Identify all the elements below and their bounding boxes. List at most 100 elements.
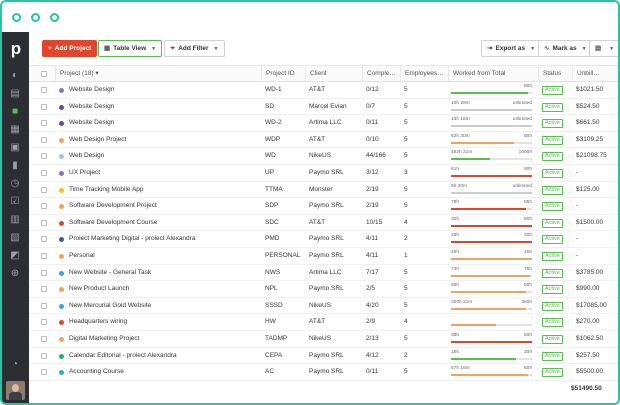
- column-header-status[interactable]: Status: [538, 66, 572, 82]
- analytics-icon[interactable]: ◩: [9, 250, 21, 262]
- column-settings-button[interactable]: ▤ ▼: [589, 40, 618, 57]
- employee-count: 5: [404, 268, 408, 276]
- table-row[interactable]: Software Development Project SDP Paymo SRL…: [29, 198, 618, 215]
- project-name-link[interactable]: Accounting Course: [65, 364, 261, 380]
- table-row[interactable]: Headquarters wiring HW AT&T 2/9 4 Active $270.…: [29, 314, 618, 331]
- project-color-dot: [59, 121, 64, 127]
- table-row[interactable]: Software Development Course SDC AT&T 10/15 4…: [29, 215, 618, 232]
- table-row[interactable]: UX Project UP Paymo SRL 3/12 3 61h 50h Active -: [29, 165, 618, 182]
- project-name-link[interactable]: Software Development Project: [65, 198, 261, 214]
- column-header-project-id[interactable]: Project ID: [261, 66, 305, 82]
- row-checkbox[interactable]: [41, 120, 47, 127]
- project-name-link[interactable]: New Mercurial Gold Website: [65, 298, 261, 314]
- project-name-link[interactable]: Web Design Project: [65, 132, 261, 148]
- tasks-icon[interactable]: ▦: [9, 124, 21, 136]
- row-checkbox[interactable]: [41, 186, 47, 193]
- table-row[interactable]: Personal PERSONAL Paymo SRL 4/11 1 45h 45h Acti…: [29, 248, 618, 265]
- table-row[interactable]: Accounting Course AC Paymo SRL 0/11 5 57h 15m…: [29, 364, 618, 381]
- reports-icon[interactable]: ▮: [9, 160, 21, 172]
- column-header-unbilled[interactable]: Unbill…: [572, 66, 618, 82]
- row-checkbox[interactable]: [41, 253, 47, 259]
- avatar[interactable]: [6, 381, 25, 400]
- column-header-employees[interactable]: Employees…: [400, 66, 448, 82]
- window-minimize-button[interactable]: [31, 13, 40, 22]
- project-name-link[interactable]: New Product Launch: [65, 281, 261, 297]
- table-row[interactable]: Digital Marketing Project TADMP NikeUS 2/13…: [29, 331, 618, 348]
- clients-icon[interactable]: ▤: [9, 88, 21, 100]
- calendar-icon[interactable]: ▥: [9, 214, 21, 226]
- project-name-link[interactable]: Headquarters wiring: [65, 314, 261, 330]
- table-row[interactable]: Proiect Marketing Digital - proiect Alex…: [29, 231, 618, 248]
- approvals-icon[interactable]: ☑: [9, 196, 21, 208]
- project-id: AC: [265, 368, 275, 376]
- paymo-logo[interactable]: p: [8, 40, 24, 58]
- table-row[interactable]: New Mercurial Gold Website SSSD NikeUS 4/20…: [29, 298, 618, 315]
- worked-time: 16h: [451, 349, 460, 355]
- project-name-link[interactable]: Time Tracking Mobile App: [65, 182, 261, 198]
- table-row[interactable]: Website Design WD-1 AT&T 0/12 5 80h Active $102…: [29, 82, 618, 99]
- table-row[interactable]: Website Design SD Marcel Evian 0/7 5 10h 29m u…: [29, 99, 618, 116]
- project-name-link[interactable]: Web Design: [65, 148, 261, 164]
- export-as-button[interactable]: ⇥ Export as ▼: [481, 40, 542, 57]
- column-header-worked[interactable]: Worked from Total: [448, 66, 538, 82]
- project-name-link[interactable]: Personal: [65, 248, 261, 264]
- projects-icon[interactable]: ■: [9, 106, 21, 118]
- worked-progress: 80h: [449, 83, 534, 97]
- dashboard-icon[interactable]: ◐: [9, 70, 21, 82]
- project-name-link[interactable]: Calendar Editorial - proiect Alexandra: [65, 348, 261, 364]
- project-name-link[interactable]: Digital Marketing Project: [65, 331, 261, 347]
- invoices-icon[interactable]: ▧: [9, 232, 21, 244]
- row-checkbox[interactable]: [41, 269, 47, 276]
- team-icon[interactable]: ▣: [9, 142, 21, 154]
- row-checkbox[interactable]: [41, 302, 47, 309]
- window-close-button[interactable]: [12, 13, 21, 22]
- project-name-link[interactable]: UX Project: [65, 165, 261, 181]
- table-row[interactable]: Web Design WD NikeUS 44/166 5 482h 21m 1000h Ac…: [29, 148, 618, 165]
- window-maximize-button[interactable]: [50, 13, 59, 22]
- client-name: Artima LLC: [309, 268, 342, 276]
- table-row[interactable]: Calendar Editorial - proiect Alexandra CE…: [29, 348, 618, 365]
- row-checkbox[interactable]: [41, 336, 47, 342]
- add-icon[interactable]: ⊕: [9, 268, 21, 280]
- table-row[interactable]: Web Design Project WDP AT&T 0/10 5 62h 30m 80h…: [29, 132, 618, 149]
- row-checkbox[interactable]: [41, 236, 47, 243]
- progress-track: [451, 258, 532, 260]
- timer-icon[interactable]: ◔: [9, 359, 21, 371]
- row-checkbox[interactable]: [41, 103, 47, 110]
- select-all-checkbox[interactable]: [41, 71, 47, 77]
- project-name-link[interactable]: Proiect Marketing Digital - proiect Alex…: [65, 231, 261, 247]
- project-name-link[interactable]: Website Design: [65, 99, 261, 115]
- row-checkbox[interactable]: [41, 369, 47, 376]
- row-checkbox[interactable]: [41, 352, 47, 359]
- table-row[interactable]: Time Tracking Mobile App TTMA Monster 2/19 5…: [29, 182, 618, 199]
- worked-time: 25h: [451, 233, 460, 239]
- column-header-project[interactable]: Project (18) ▾: [55, 66, 261, 82]
- row-checkbox[interactable]: [41, 170, 47, 176]
- column-header-client[interactable]: Client: [305, 66, 362, 82]
- project-name-link[interactable]: Website Design: [65, 82, 261, 98]
- add-filter-button[interactable]: ⏷ Add Filter ▼: [164, 40, 225, 57]
- mark-as-button[interactable]: ∿ Mark as ▼: [538, 40, 593, 57]
- progress-track: [451, 374, 532, 377]
- worked-progress: 25h 20h: [449, 232, 534, 246]
- row-checkbox[interactable]: [41, 319, 47, 326]
- table-view-dropdown[interactable]: ▦ Table View ▼: [98, 40, 163, 57]
- row-checkbox[interactable]: [41, 87, 47, 93]
- column-header-completed[interactable]: Comple…: [362, 66, 400, 82]
- row-checkbox[interactable]: [41, 286, 47, 293]
- table-row[interactable]: New Product Launch NPL Paymo SRL 2/5 5 55h 60h…: [29, 281, 618, 298]
- project-name-link[interactable]: Software Development Course: [65, 215, 261, 231]
- row-checkbox[interactable]: [41, 203, 47, 210]
- budget-time: 80h: [523, 133, 532, 139]
- add-project-button[interactable]: + Add Project: [42, 40, 98, 57]
- row-checkbox[interactable]: [41, 136, 47, 143]
- time-icon[interactable]: ◷: [9, 178, 21, 190]
- project-name-link[interactable]: New Website - General Task: [65, 265, 261, 281]
- employee-count: 5: [404, 86, 408, 93]
- employee-count: 4: [404, 218, 408, 226]
- row-checkbox[interactable]: [41, 219, 47, 226]
- project-name-link[interactable]: Website Design: [65, 115, 261, 131]
- table-row[interactable]: New Website - General Task NWS Artima LLC 7…: [29, 265, 618, 282]
- table-row[interactable]: Website Design WD-2 Artima LLC 0/11 5 13h 18m…: [29, 115, 618, 132]
- row-checkbox[interactable]: [41, 153, 47, 160]
